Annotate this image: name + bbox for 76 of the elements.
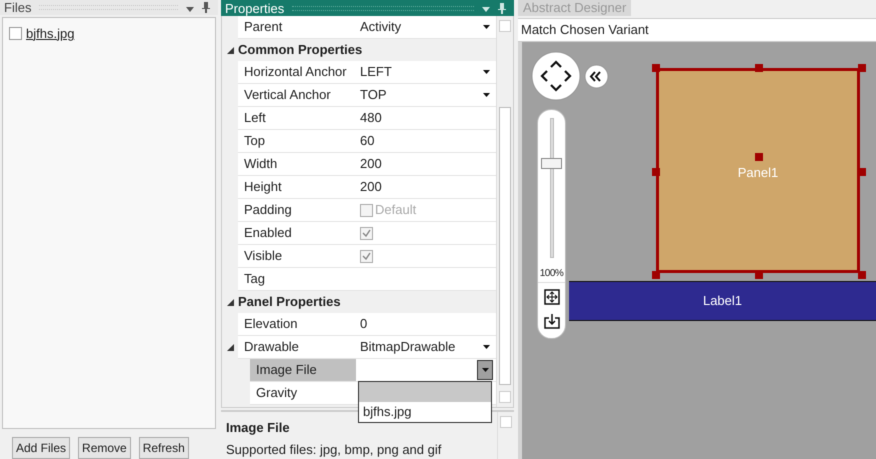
resize-handle[interactable] — [652, 271, 660, 279]
panel-title: Properties — [225, 2, 284, 14]
property-name[interactable]: Image File — [250, 359, 356, 381]
dropdown-option[interactable]: bjfhs.jpg — [359, 402, 491, 422]
expander-icon[interactable] — [226, 344, 234, 351]
property-value[interactable]: 0 — [360, 314, 368, 334]
property-name[interactable]: Width — [238, 153, 356, 175]
zoom-thumb[interactable] — [541, 158, 562, 169]
variant-bar[interactable]: Match Chosen Variant — [518, 18, 876, 42]
pin-icon[interactable] — [202, 2, 210, 13]
property-name[interactable]: Top — [238, 130, 356, 152]
property-name[interactable]: Horizontal Anchor — [238, 61, 356, 83]
property-row[interactable]: Drawable BitmapDrawable — [238, 336, 496, 359]
resize-handle[interactable] — [755, 271, 763, 279]
expander-icon[interactable] — [226, 46, 234, 54]
resize-handle[interactable] — [755, 64, 763, 72]
pan-control-icon[interactable] — [531, 51, 581, 101]
scrollbar[interactable] — [497, 412, 514, 459]
property-name[interactable]: Parent — [238, 16, 356, 38]
resize-handle[interactable] — [858, 168, 866, 176]
property-row[interactable]: Vertical Anchor TOP — [238, 84, 496, 107]
collapse-icon[interactable] — [584, 64, 609, 89]
property-value[interactable]: 200 — [360, 177, 382, 197]
property-row[interactable]: Height 200 — [238, 176, 496, 199]
file-name[interactable]: bjfhs.jpg — [26, 24, 74, 44]
category-heading: Common Properties — [238, 41, 362, 60]
check-icon — [362, 229, 371, 237]
view-label: Panel1 — [738, 164, 778, 182]
dropdown-field[interactable]: TOP — [360, 84, 490, 106]
download-icon[interactable] — [544, 313, 560, 329]
checkbox[interactable] — [9, 27, 22, 40]
zoom-reading: 100% — [540, 269, 564, 279]
property-value[interactable]: 200 — [360, 154, 382, 174]
dropdown-field[interactable]: LEFT — [360, 61, 490, 83]
property-row[interactable]: Horizontal Anchor LEFT — [238, 61, 496, 84]
checkbox: Default — [360, 200, 416, 220]
dropdown-field[interactable]: Activity — [360, 16, 490, 38]
dropdown-field[interactable]: BitmapDrawable — [360, 336, 490, 358]
property-row[interactable]: Parent Activity — [238, 16, 496, 39]
property-value[interactable]: 480 — [360, 108, 382, 128]
property-row[interactable]: Tag — [238, 268, 496, 291]
property-value[interactable]: 60 — [360, 131, 374, 151]
property-name[interactable]: Gravity — [250, 382, 356, 404]
file-button[interactable]: Remove — [78, 437, 131, 459]
category-heading: Panel Properties — [238, 293, 341, 312]
resize-handle[interactable] — [755, 153, 763, 161]
label-view[interactable]: Label1 — [569, 281, 876, 321]
file-button[interactable]: Refresh — [138, 437, 189, 459]
property-name[interactable]: Height — [238, 176, 356, 198]
file-button[interactable]: Add Files — [12, 437, 70, 459]
expander-icon[interactable] — [226, 298, 234, 306]
pin-icon[interactable] — [498, 2, 506, 14]
property-name[interactable]: Left — [238, 107, 356, 129]
dropdown-arrow-icon[interactable] — [483, 70, 490, 74]
resize-handle[interactable] — [858, 271, 866, 279]
property-row[interactable]: Left 480 — [238, 107, 496, 130]
fit-to-screen-icon[interactable] — [544, 289, 560, 305]
check-icon — [362, 252, 371, 260]
property-name[interactable]: Drawable — [238, 336, 356, 358]
property-name[interactable]: Elevation — [238, 313, 356, 335]
dropdown-arrow-icon[interactable] — [186, 6, 194, 12]
resize-handle[interactable] — [652, 168, 660, 176]
resize-handle[interactable] — [858, 64, 866, 72]
property-row[interactable]: Elevation 0 — [238, 313, 496, 336]
property-row[interactable]: Top 60 — [238, 130, 496, 153]
property-row[interactable]: Width 200 — [238, 153, 496, 176]
panel-title: Files — [4, 1, 32, 14]
scrollbar[interactable] — [496, 16, 513, 407]
property-name[interactable]: Vertical Anchor — [238, 84, 356, 106]
property-name[interactable]: Tag — [238, 268, 356, 290]
dropdown-arrow-icon[interactable] — [482, 368, 488, 372]
dropdown-arrow-icon[interactable] — [483, 25, 490, 29]
description-text: Supported files: jpg, bmp, png and gif — [226, 440, 442, 459]
dropdown-arrow-icon[interactable] — [483, 93, 490, 97]
dropdown-arrow-icon[interactable] — [483, 345, 490, 349]
resize-handle[interactable] — [652, 64, 660, 72]
